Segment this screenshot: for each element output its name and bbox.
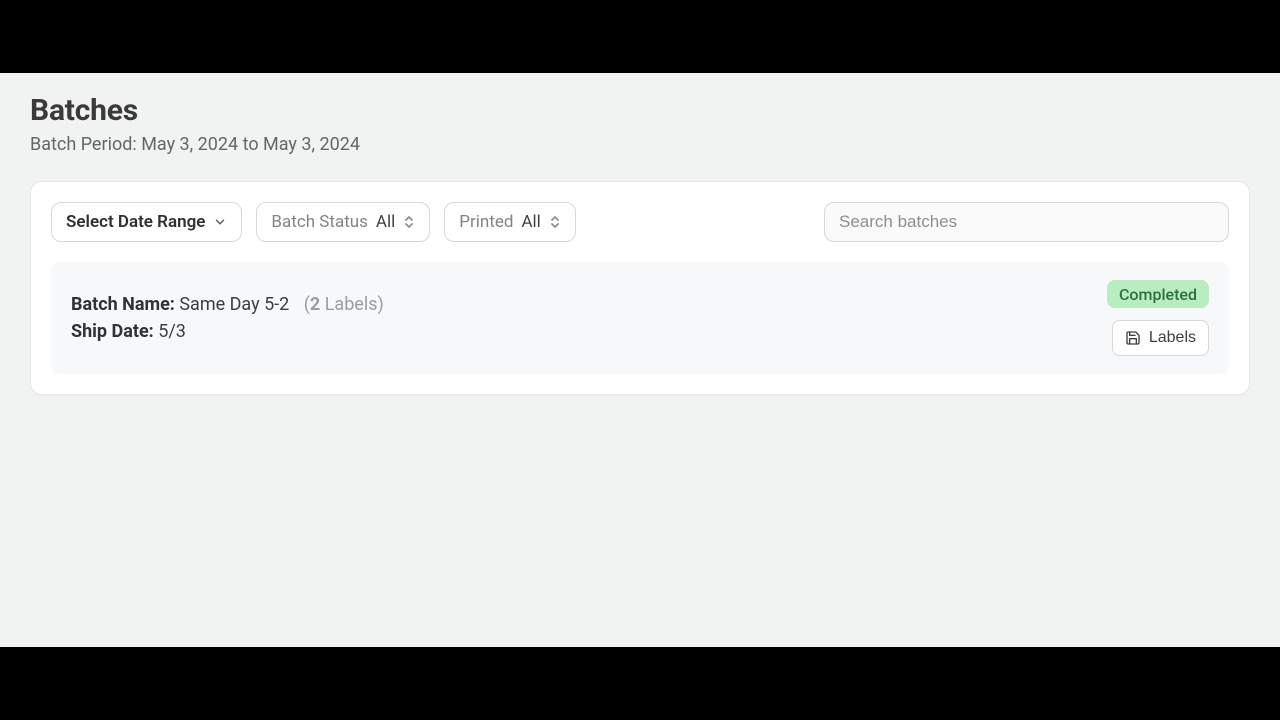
batch-name-line: Batch Name: Same Day 5-2 (2 Labels) <box>71 294 384 315</box>
batch-status-select[interactable]: Batch Status All <box>256 202 430 242</box>
ship-date-key: Ship Date: <box>71 321 154 342</box>
page-subtitle: Batch Period: May 3, 2024 to May 3, 2024 <box>30 134 1250 155</box>
letterbox-bottom <box>0 647 1280 720</box>
chevron-up-down-icon <box>549 214 561 230</box>
labels-button[interactable]: Labels <box>1112 320 1209 356</box>
batch-row-right: Completed Labels <box>1107 280 1209 356</box>
date-range-select[interactable]: Select Date Range <box>51 202 242 242</box>
save-icon <box>1125 330 1141 346</box>
printed-value: All <box>521 212 540 232</box>
chevron-up-down-icon <box>403 214 415 230</box>
batch-row-left: Batch Name: Same Day 5-2 (2 Labels) Ship… <box>71 294 384 342</box>
ship-date-value: 5/3 <box>158 321 186 342</box>
date-range-label: Select Date Range <box>66 212 205 232</box>
page-title: Batches <box>30 93 1250 128</box>
batches-card: Select Date Range Batch Status All Print… <box>30 181 1250 395</box>
printed-select[interactable]: Printed All <box>444 202 576 242</box>
batch-labels-count: (2 Labels) <box>304 294 384 315</box>
search-input[interactable] <box>824 202 1229 242</box>
batch-status-prefix: Batch Status <box>271 212 368 232</box>
page-content: Batches Batch Period: May 3, 2024 to May… <box>0 73 1280 647</box>
ship-date-line: Ship Date: 5/3 <box>71 321 384 342</box>
batch-status-value: All <box>376 212 395 232</box>
batch-row[interactable]: Batch Name: Same Day 5-2 (2 Labels) Ship… <box>51 262 1229 374</box>
printed-prefix: Printed <box>459 212 513 232</box>
labels-button-label: Labels <box>1149 329 1196 347</box>
letterbox-top <box>0 0 1280 73</box>
batch-name-key: Batch Name: <box>71 294 175 315</box>
status-badge: Completed <box>1107 280 1209 308</box>
filter-row: Select Date Range Batch Status All Print… <box>51 202 1229 242</box>
batch-name-value: Same Day 5-2 <box>179 294 289 315</box>
chevron-down-icon <box>213 215 227 229</box>
